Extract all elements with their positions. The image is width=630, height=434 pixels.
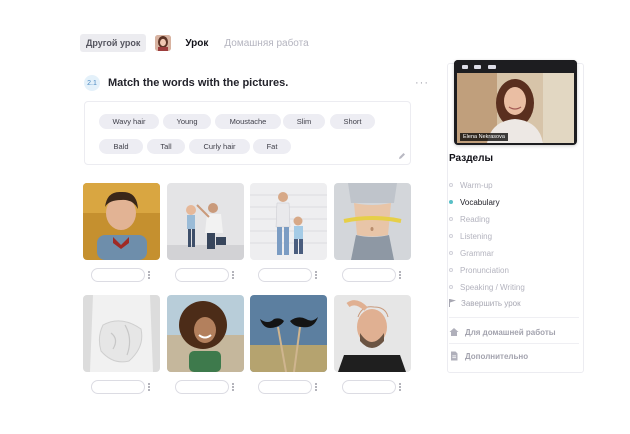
finish-lesson-button[interactable]: Завершить урок xyxy=(449,297,521,309)
homework-link-label: Для домашней работы xyxy=(465,327,556,337)
extra-link-label: Дополнительно xyxy=(465,351,529,361)
sidebar-item-label: Reading xyxy=(460,214,490,224)
moustache-photo xyxy=(250,295,327,372)
sections-title: Разделы xyxy=(449,153,493,164)
word-chip[interactable]: Slim xyxy=(283,114,325,129)
answer-field[interactable] xyxy=(258,380,312,394)
video-toolbar xyxy=(454,60,577,73)
word-chip[interactable]: Fat xyxy=(253,139,291,154)
exercise-title: Match the words with the pictures. xyxy=(108,77,289,89)
homework-link[interactable]: Для домашней работы xyxy=(449,326,556,338)
bullet-icon xyxy=(449,234,453,238)
exercise-header: 2.1 Match the words with the pictures. ·… xyxy=(84,74,429,92)
other-lesson-button[interactable]: Другой урок xyxy=(80,34,147,52)
video-window[interactable]: Elena Nekrasova xyxy=(454,60,577,145)
more-icon[interactable] xyxy=(314,380,318,394)
divider xyxy=(449,343,579,344)
bullet-icon xyxy=(449,251,453,255)
sidebar-item-label: Grammar xyxy=(460,248,494,258)
avatar[interactable] xyxy=(155,35,172,51)
sidebar-item-label: Speaking / Writing xyxy=(460,282,525,292)
maximize-icon[interactable] xyxy=(474,65,481,69)
sidebar-item-reading[interactable]: Reading xyxy=(449,213,490,225)
word-chip[interactable]: Tall xyxy=(147,139,185,154)
sidebar-item-speaking-writing[interactable]: Speaking / Writing xyxy=(449,281,525,293)
answer-field[interactable] xyxy=(175,268,229,282)
video-frame: Elena Nekrasova xyxy=(457,73,574,143)
fat-belly-photo xyxy=(83,295,160,372)
more-icon[interactable] xyxy=(231,380,235,394)
word-chip[interactable]: Bald xyxy=(99,139,143,154)
participant-name: Elena Nekrasova xyxy=(460,133,508,141)
minimize-icon[interactable] xyxy=(462,65,468,69)
answer-field[interactable] xyxy=(91,380,145,394)
sidebar-item-warm-up[interactable]: Warm-up xyxy=(449,179,493,191)
pencil-icon[interactable] xyxy=(398,152,406,160)
home-icon xyxy=(449,328,459,336)
bullet-icon xyxy=(449,285,453,289)
sidebar-item-label: Warm-up xyxy=(460,180,493,190)
top-bar: Другой урок Урок Домашняя работа xyxy=(80,34,309,52)
finish-lesson-label: Завершить урок xyxy=(461,298,521,308)
extra-link[interactable]: Дополнительно xyxy=(449,350,528,362)
more-icon[interactable]: ··· xyxy=(415,77,429,89)
sidebar-item-grammar[interactable]: Grammar xyxy=(449,247,494,259)
more-icon[interactable] xyxy=(231,268,235,282)
exercise-number-badge: 2.1 xyxy=(84,75,100,91)
word-chip[interactable]: Young xyxy=(163,114,211,129)
word-chip[interactable]: Moustache xyxy=(215,114,281,129)
more-icon[interactable] xyxy=(147,268,151,282)
sidebar-item-listening[interactable]: Listening xyxy=(449,230,492,242)
answer-field[interactable] xyxy=(258,268,312,282)
bullet-icon xyxy=(449,217,453,221)
divider xyxy=(449,317,579,318)
answer-field[interactable] xyxy=(342,268,396,282)
short-child-photo xyxy=(250,183,327,260)
tab-homework[interactable]: Домашняя работа xyxy=(224,38,308,49)
more-icon[interactable] xyxy=(398,268,402,282)
bald-man-photo xyxy=(334,295,411,372)
sidebar-item-label: Pronunciation xyxy=(460,265,509,275)
curly-hair-woman-photo xyxy=(167,295,244,372)
tall-kid-photo xyxy=(167,183,244,260)
slim-waist-photo xyxy=(334,183,411,260)
word-chip[interactable]: Short xyxy=(330,114,375,129)
more-icon[interactable] xyxy=(147,380,151,394)
word-bank: Wavy hair Young Moustache Slim Short Bal… xyxy=(84,101,411,165)
tab-lesson[interactable]: Урок xyxy=(185,38,208,49)
document-icon xyxy=(451,351,458,361)
sidebar-item-label: Listening xyxy=(460,231,493,241)
answer-field[interactable] xyxy=(91,268,145,282)
flag-icon xyxy=(449,299,456,307)
bullet-icon xyxy=(449,200,453,204)
sidebar-item-pronunciation[interactable]: Pronunciation xyxy=(449,264,509,276)
bullet-icon xyxy=(449,183,453,187)
more-icon[interactable] xyxy=(314,268,318,282)
word-chip[interactable]: Curly hair xyxy=(189,139,250,154)
sidebar-item-vocabulary[interactable]: Vocabulary xyxy=(449,196,500,208)
answer-field[interactable] xyxy=(175,380,229,394)
word-chip[interactable]: Wavy hair xyxy=(99,114,159,129)
answer-field[interactable] xyxy=(342,380,396,394)
layout-icon[interactable] xyxy=(488,65,496,69)
more-icon[interactable] xyxy=(398,380,402,394)
young-boy-photo xyxy=(83,183,160,260)
sidebar-item-label: Vocabulary xyxy=(460,197,500,207)
bullet-icon xyxy=(449,268,453,272)
